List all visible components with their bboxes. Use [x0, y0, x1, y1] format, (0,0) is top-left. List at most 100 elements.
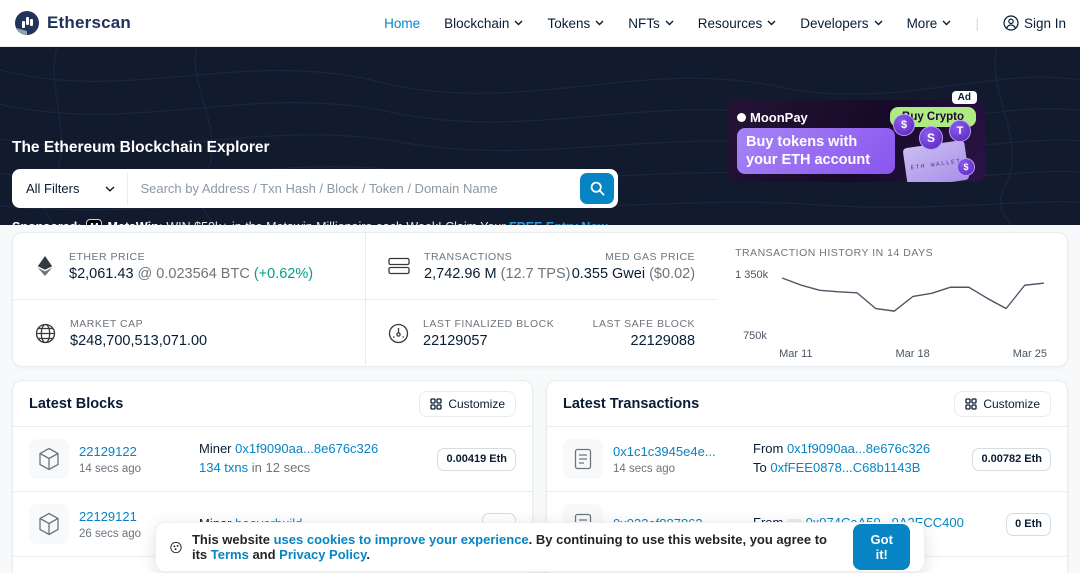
nav-item-more[interactable]: More [907, 16, 952, 31]
chevron-down-icon [665, 20, 674, 26]
ether-price-value[interactable]: $2,061.43 @ 0.023564 BTC (+0.62%) [69, 266, 313, 282]
latest-transactions-title: Latest Transactions [563, 396, 699, 412]
block-cube-icon [29, 439, 69, 479]
globe-icon [35, 323, 56, 344]
med-gas-price-label: MED GAS PRICE [572, 251, 695, 263]
transactions-value[interactable]: 2,742.96 M (12.7 TPS) [424, 266, 570, 282]
to-prefix: To [753, 460, 770, 475]
block-txns-link[interactable]: 134 txns [199, 460, 248, 475]
latest-blocks-title: Latest Blocks [29, 396, 123, 412]
chart-xtick: Mar 25 [1013, 348, 1047, 360]
nav-item-developers[interactable]: Developers [800, 16, 882, 31]
ether-price-label: ETHER PRICE [69, 251, 313, 263]
med-gas-price-value[interactable]: 0.355 Gwei ($0.02) [572, 266, 695, 282]
last-safe-block-value[interactable]: 22129088 [593, 333, 695, 349]
brand-name: Etherscan [47, 13, 131, 33]
line-chart [779, 269, 1047, 338]
nav-item-blockchain[interactable]: Blockchain [444, 16, 523, 31]
last-finalized-block-value[interactable]: 22129057 [423, 333, 554, 349]
cookies-policy-link[interactable]: uses cookies to improve your experience [274, 532, 529, 547]
from-prefix: From [753, 441, 787, 456]
block-age: 14 secs ago [79, 463, 189, 475]
gauge-icon [388, 323, 409, 344]
last-safe-block-label: LAST SAFE BLOCK [593, 318, 695, 330]
block-number-link[interactable]: 22129122 [79, 444, 137, 459]
user-icon [1003, 15, 1019, 31]
txn-value-badge: 0 Eth [1006, 513, 1051, 536]
coin-icon: $ [957, 158, 975, 176]
search-icon [590, 181, 605, 196]
chart-title: TRANSACTION HISTORY IN 14 DAYS [735, 247, 1049, 259]
search-input[interactable] [128, 181, 580, 196]
search-filter-dropdown[interactable]: All Filters [16, 173, 128, 204]
moonpay-logo-icon [737, 113, 746, 122]
cookie-icon [170, 540, 182, 555]
coin-icon: $ [893, 114, 915, 136]
network-stats-card: ETHER PRICE $2,061.43 @ 0.023564 BTC (+0… [12, 232, 1068, 367]
nav-item-tokens[interactable]: Tokens [547, 16, 604, 31]
document-icon [563, 439, 603, 479]
sponsored-line: Sponsored: M MetaWin: WIN $50k+ in the M… [12, 219, 611, 225]
last-finalized-block-label: LAST FINALIZED BLOCK [423, 318, 554, 330]
chart-ytick-min: 750k [743, 330, 767, 342]
miner-link[interactable]: 0x1f9090aa...8e676c326 [235, 441, 378, 456]
ad-artwork: ETH WALLET $ S T $ [891, 118, 983, 180]
stats-column-price: ETHER PRICE $2,061.43 @ 0.023564 BTC (+0… [13, 233, 365, 366]
metawin-icon: M [86, 219, 102, 225]
nav-menu: Home Blockchain Tokens NFTs Resources De… [384, 15, 1066, 31]
top-navigation: Etherscan Home Blockchain Tokens NFTs Re… [0, 0, 1080, 47]
hero-section: The Ethereum Blockchain Explorer All Fil… [0, 47, 1080, 225]
privacy-policy-link[interactable]: Privacy Policy [279, 547, 366, 562]
sign-in-button[interactable]: Sign In [1003, 15, 1066, 31]
block-cube-icon [29, 504, 69, 544]
got-it-button[interactable]: Got it! [853, 524, 910, 570]
chart-x-axis: Mar 11 Mar 18 Mar 25 [779, 348, 1047, 360]
etherscan-logo[interactable]: Etherscan [14, 10, 131, 36]
chart-xtick: Mar 11 [779, 348, 812, 360]
block-number-link[interactable]: 22129121 [79, 509, 137, 524]
ethereum-icon [35, 255, 55, 277]
to-address-link[interactable]: 0xfFEE0878...C68b1143B [770, 460, 920, 475]
moonpay-logo: MoonPay [737, 110, 808, 125]
ad-badge: Ad [952, 91, 977, 104]
ad-container: Ad MoonPay Buy Crypto ETH WALLET $ S T $… [728, 100, 985, 190]
moonpay-ad-banner[interactable]: MoonPay Buy Crypto ETH WALLET $ S T $ Bu… [728, 100, 985, 182]
nav-item-home[interactable]: Home [384, 16, 420, 31]
transactions-label: TRANSACTIONS [424, 251, 570, 263]
sponsored-label: Sponsored: [12, 220, 81, 225]
chevron-down-icon [874, 20, 883, 26]
txn-hash-link[interactable]: 0x1c1c3945e4e... [613, 444, 716, 459]
chevron-down-icon [767, 20, 776, 26]
block-reward-badge: 0.00419 Eth [437, 448, 516, 471]
from-address-link[interactable]: 0x1f9090aa...8e676c326 [787, 441, 930, 456]
sponsor-cta-link[interactable]: FREE Entry Now. [509, 220, 611, 225]
customize-button[interactable]: Customize [954, 391, 1051, 417]
grid-icon [430, 398, 442, 410]
search-bar: All Filters [12, 169, 618, 208]
terms-link[interactable]: Terms [211, 547, 249, 562]
page-title: The Ethereum Blockchain Explorer [12, 139, 270, 157]
block-time-span: in 12 secs [248, 460, 310, 475]
etherscan-logo-icon [14, 10, 40, 36]
sponsor-brand: MetaWin: [107, 220, 162, 225]
market-cap-label: MARKET CAP [70, 318, 207, 330]
sponsor-text: WIN $50k+ in the Metawin Millionaire eac… [163, 220, 509, 225]
chart-ytick-max: 1 350k [735, 269, 768, 281]
stats-column-network: TRANSACTIONS 2,742.96 M (12.7 TPS) MED G… [365, 233, 717, 366]
cookie-text: This website uses cookies to improve you… [192, 532, 844, 562]
market-cap-value[interactable]: $248,700,513,071.00 [70, 333, 207, 349]
nav-item-nfts[interactable]: NFTs [628, 16, 674, 31]
ad-headline: Buy tokens withyour ETH account [737, 128, 895, 174]
nav-divider: | [975, 15, 979, 31]
nav-item-resources[interactable]: Resources [698, 16, 777, 31]
chevron-down-icon [514, 20, 523, 26]
server-icon [388, 256, 410, 276]
search-button[interactable] [580, 173, 614, 204]
chevron-down-icon [595, 20, 604, 26]
txn-value-badge: 0.00782 Eth [972, 448, 1051, 471]
chart-xtick: Mar 18 [895, 348, 929, 360]
coin-icon: S [919, 126, 943, 150]
customize-button[interactable]: Customize [419, 391, 516, 417]
coin-icon: T [949, 120, 971, 142]
txn-age: 14 secs ago [613, 463, 743, 475]
